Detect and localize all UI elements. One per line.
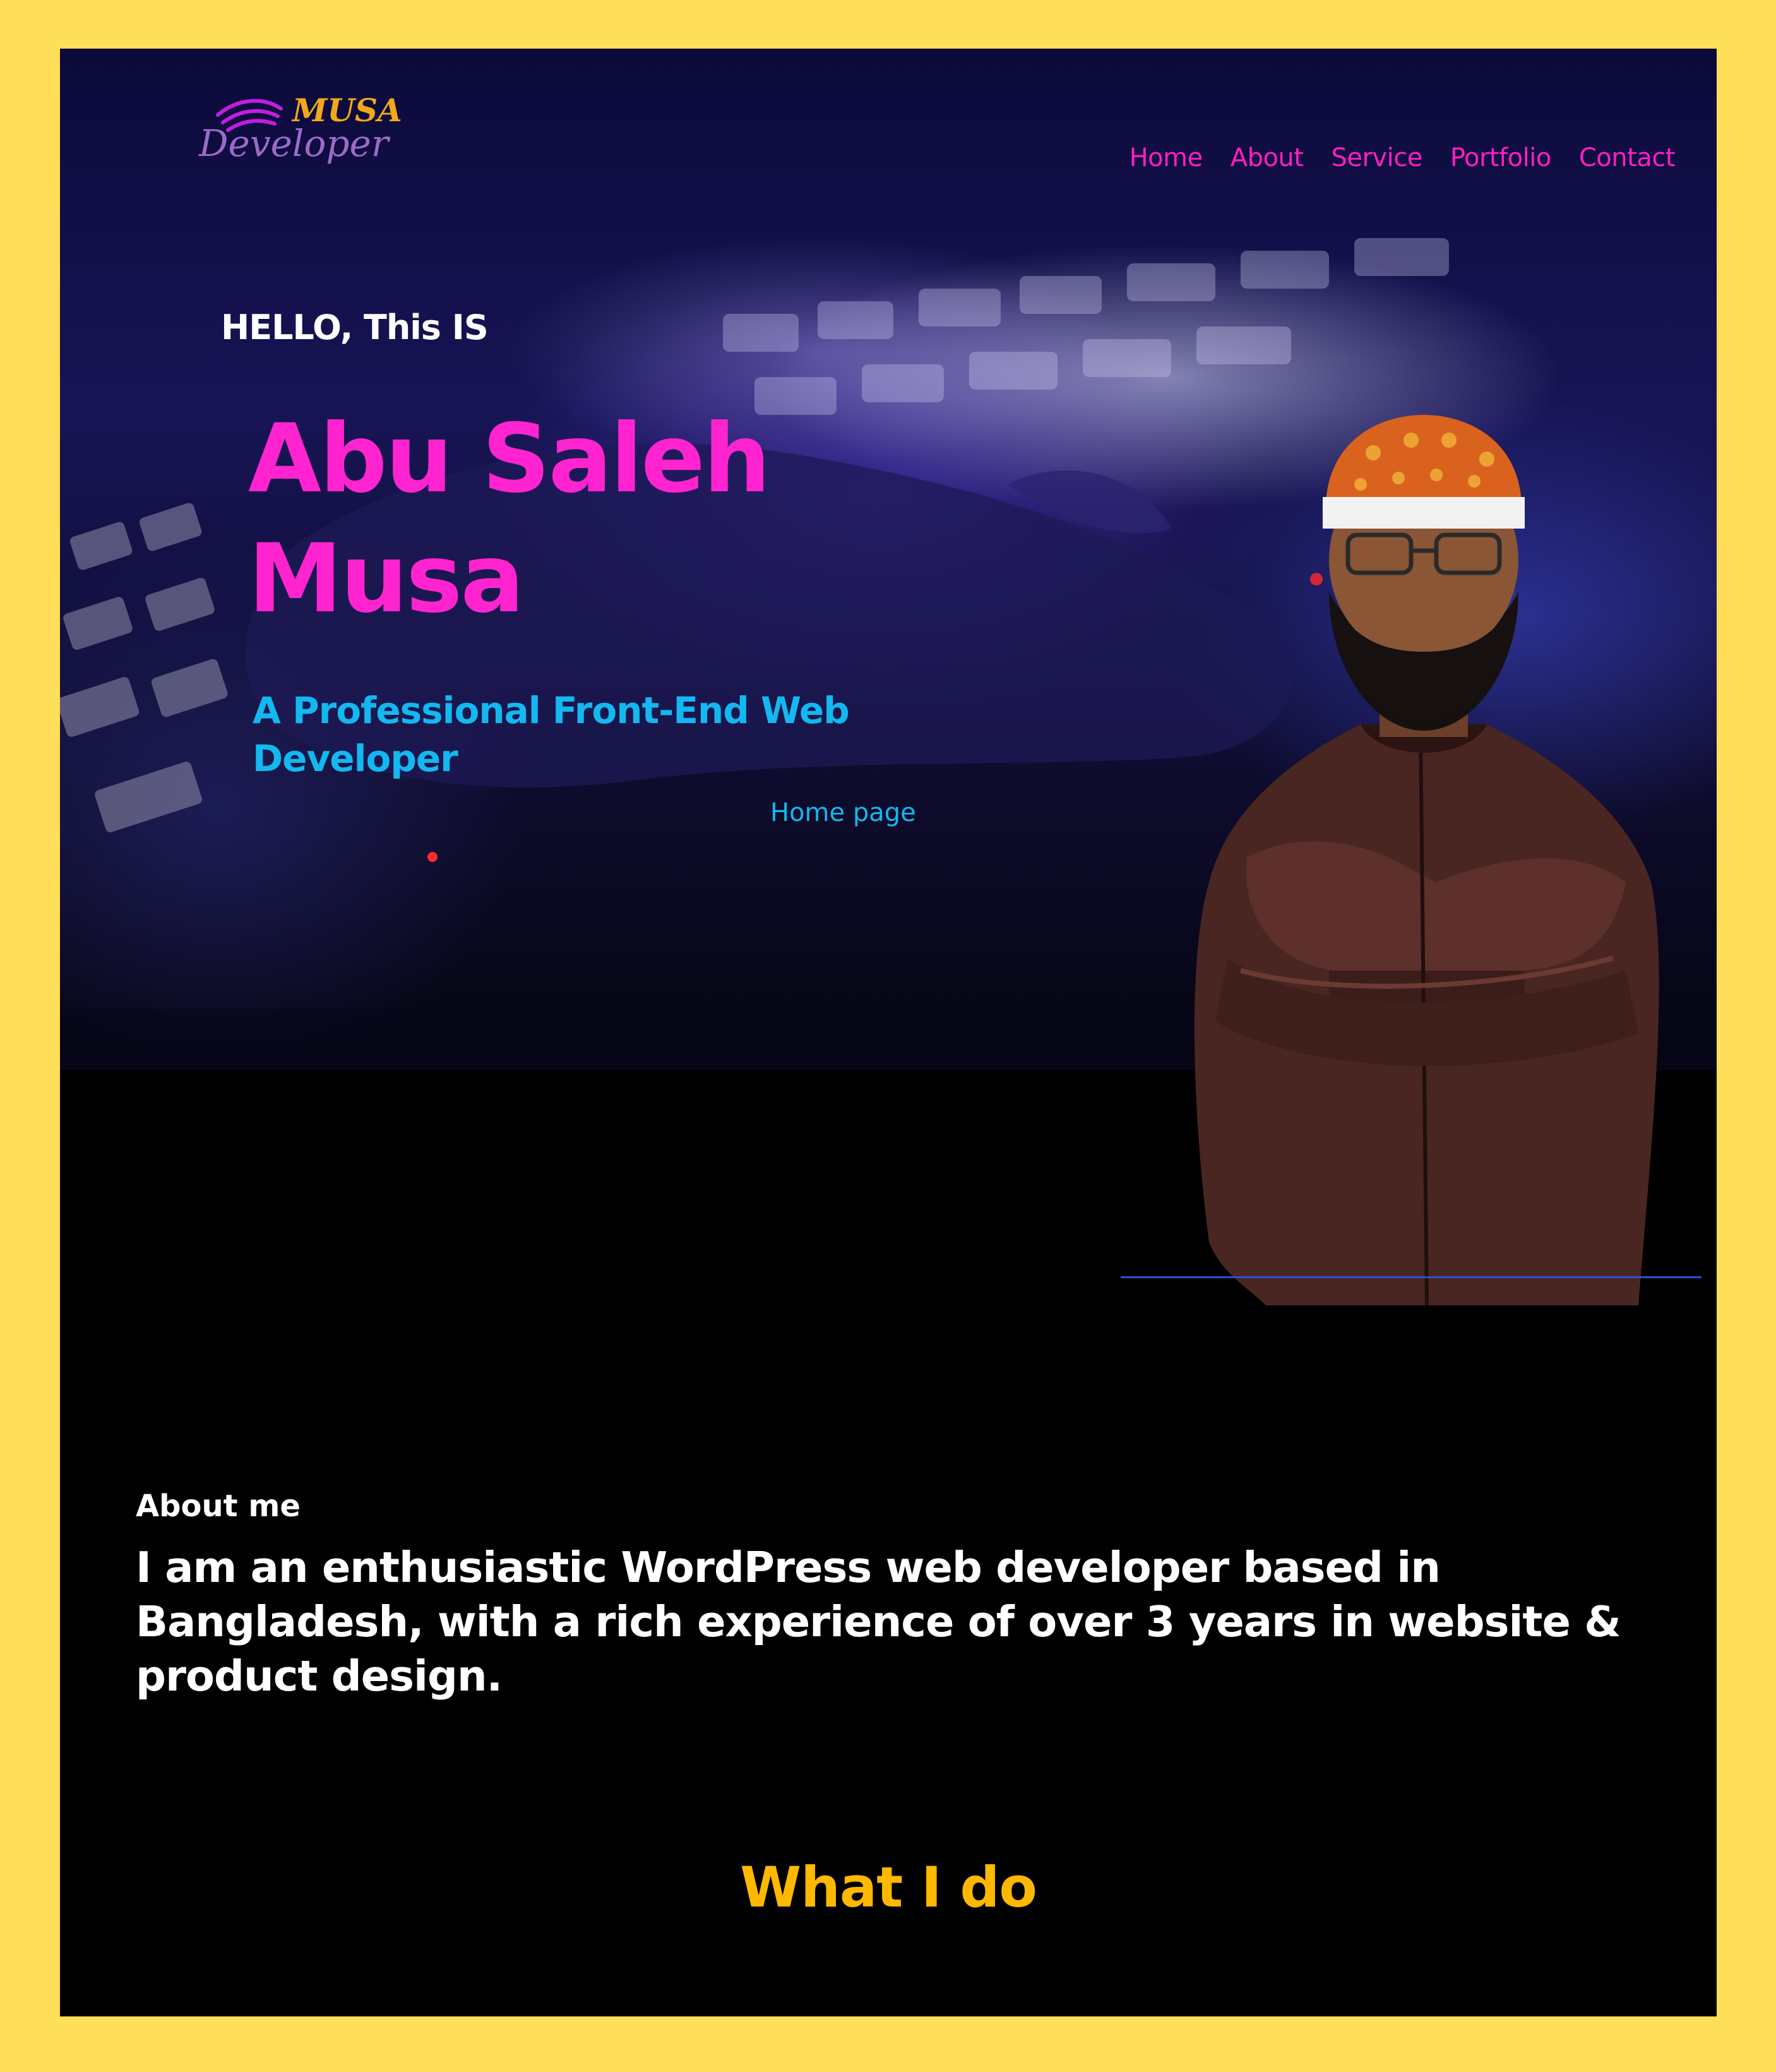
hero-greeting: HELLO, This IS [221, 308, 489, 347]
brand-logo[interactable]: MUSA Developer [180, 77, 401, 172]
photo-underline [1121, 1276, 1702, 1278]
about-text: I am an enthusiastic WordPress web devel… [136, 1543, 1621, 1701]
profile-photo [1194, 415, 1659, 1306]
about-label: About me [136, 1488, 301, 1524]
page-frame: MUSA Developer Home About Service Portfo… [60, 49, 1717, 2016]
nav-home[interactable]: Home [1129, 143, 1203, 172]
main-nav: Home About Service Portfolio Contact [1129, 143, 1676, 172]
nav-about[interactable]: About [1231, 143, 1304, 172]
nav-portfolio[interactable]: Portfolio [1450, 143, 1552, 172]
nav-contact[interactable]: Contact [1579, 143, 1676, 172]
hero-tagline: A Professional Front-End Web Developer [253, 689, 850, 780]
nav-service[interactable]: Service [1331, 143, 1422, 172]
home-page-link[interactable]: Home page [770, 798, 916, 827]
hero-name: Abu Saleh Musa [248, 404, 771, 634]
logo-word-developer: Developer [198, 122, 391, 165]
services-heading: What I do [740, 1855, 1037, 1920]
